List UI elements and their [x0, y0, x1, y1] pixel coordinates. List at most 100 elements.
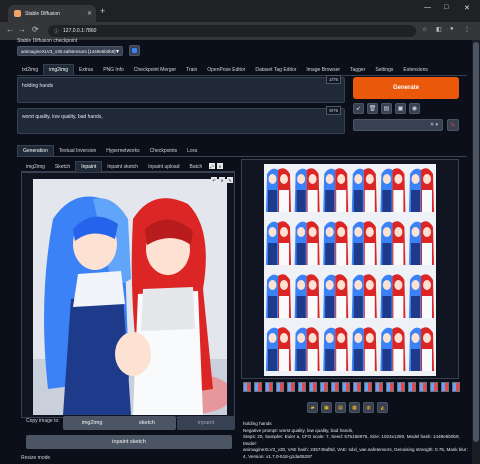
- tab-png-info[interactable]: PNG Info: [98, 64, 129, 75]
- inpaint-canvas-panel: [21, 172, 235, 418]
- copy-to-inpaint-sketch-button[interactable]: inpaint sketch: [26, 435, 232, 449]
- tab-img2img[interactable]: img2img: [43, 64, 75, 75]
- tab-openpose-editor[interactable]: OpenPose Editor: [202, 64, 250, 75]
- img-tab-inpaint-sketch[interactable]: Inpaint sketch: [102, 161, 143, 172]
- inpaint-canvas[interactable]: [33, 179, 227, 415]
- tab-settings[interactable]: Settings: [370, 64, 398, 75]
- gallery-thumbnail[interactable]: [408, 382, 416, 392]
- info-line: Steps: 20, Sampler: Euler a, CFG scale: …: [243, 434, 460, 446]
- gallery-thumbnail[interactable]: [331, 382, 339, 392]
- menu-icon[interactable]: ⋮: [464, 26, 470, 33]
- output-grid-image[interactable]: [264, 164, 436, 376]
- tab-tagger[interactable]: Tagger: [345, 64, 370, 75]
- close-window-button[interactable]: ✕: [464, 4, 470, 12]
- paintbrush-icon[interactable]: ✎: [447, 119, 459, 131]
- gallery-thumbnail[interactable]: [375, 382, 383, 392]
- browser-tab[interactable]: Stable Diffusion ✕: [8, 5, 96, 22]
- prompt-input[interactable]: holding hands 2/75: [17, 75, 345, 103]
- gallery-thumbnail[interactable]: [419, 382, 427, 392]
- gen-tab-textual-inversion[interactable]: Textual Inversion: [54, 145, 102, 156]
- img-tab-inpaint[interactable]: Inpaint: [75, 161, 103, 172]
- back-button[interactable]: ←: [6, 25, 14, 34]
- gallery-thumbnail[interactable]: [276, 382, 284, 392]
- tab-extras[interactable]: Extras: [74, 64, 98, 75]
- page-scrollbar[interactable]: [472, 40, 480, 464]
- trash-button[interactable]: 🗑: [367, 103, 378, 114]
- gen-tab-generation[interactable]: Generation: [17, 145, 54, 156]
- checkpoint-dropdown[interactable]: animagineXLV3_v30.safetensors [1449e5b0b…: [17, 46, 123, 56]
- new-tab-button[interactable]: +: [100, 6, 105, 16]
- gallery-thumbnail[interactable]: [243, 382, 251, 392]
- clear-icon[interactable]: ✕: [219, 177, 225, 183]
- profile-icon[interactable]: ●: [450, 26, 454, 32]
- tab-train[interactable]: Train: [181, 64, 202, 75]
- gallery-thumbnail[interactable]: [353, 382, 361, 392]
- send-extras-icon[interactable]: ◭: [377, 402, 388, 413]
- grid-cell: [378, 270, 407, 323]
- grid-cell: [292, 270, 322, 323]
- zip-icon[interactable]: ▤: [335, 402, 346, 413]
- refresh-checkpoint-button[interactable]: [129, 45, 140, 56]
- gen-tab-checkpoints[interactable]: Checkpoints: [145, 145, 183, 156]
- copy-to-sketch-button[interactable]: sketch: [118, 416, 176, 430]
- generate-button[interactable]: Generate: [353, 77, 459, 99]
- close-gallery-icon[interactable]: ✕: [217, 163, 223, 169]
- scrollbar-thumb[interactable]: [473, 42, 479, 442]
- gallery-thumbnail[interactable]: [386, 382, 394, 392]
- negative-token-counter: 9/75: [326, 106, 341, 115]
- clipboard-button[interactable]: ▤: [381, 103, 392, 114]
- read-params-button[interactable]: ↙: [353, 103, 364, 114]
- star-icon[interactable]: ☆: [422, 26, 427, 33]
- grid-cell: [349, 164, 379, 217]
- minimize-button[interactable]: —: [424, 4, 431, 11]
- extensions-icon[interactable]: ◧: [436, 26, 442, 33]
- gallery-thumbnail[interactable]: [287, 382, 295, 392]
- tab-extensions[interactable]: Extensions: [398, 64, 432, 75]
- tab-image-browser[interactable]: Image Browser: [301, 64, 345, 75]
- close-tab-icon[interactable]: ✕: [87, 10, 92, 17]
- styles-dropdown[interactable]: ✕ ▾: [353, 119, 443, 131]
- gallery-thumbnail[interactable]: [298, 382, 306, 392]
- grid-cell: [321, 323, 350, 376]
- img-tab-inpaint-upload[interactable]: Inpaint upload: [143, 161, 184, 172]
- gallery-thumbnail[interactable]: [441, 382, 449, 392]
- gallery-thumbnail[interactable]: [397, 382, 405, 392]
- gallery-thumbnail[interactable]: [265, 382, 273, 392]
- folder-icon[interactable]: ▰: [307, 402, 318, 413]
- gen-tab-lora[interactable]: Lora: [182, 145, 202, 156]
- reload-button[interactable]: ⟳: [32, 25, 39, 34]
- img-tab-batch[interactable]: Batch: [185, 161, 208, 172]
- anime-girls-image: [33, 179, 227, 415]
- fullscreen-icon[interactable]: ⤢: [209, 163, 215, 169]
- send-inpaint-icon[interactable]: ◍: [363, 402, 374, 413]
- save-icon[interactable]: ▣: [321, 402, 332, 413]
- output-gallery-panel: [241, 159, 459, 379]
- undo-icon[interactable]: ↶: [211, 177, 217, 183]
- forward-button[interactable]: →: [18, 25, 26, 34]
- maximize-button[interactable]: □: [444, 4, 448, 11]
- img-tab-sketch[interactable]: Sketch: [50, 161, 75, 172]
- send-img2img-icon[interactable]: ▦: [349, 402, 360, 413]
- negative-prompt-input[interactable]: worst quality, low quality, bad hands, 9…: [17, 106, 345, 134]
- address-bar[interactable]: ⓘ 127.0.0.1:7860: [48, 25, 416, 37]
- gallery-thumbnail[interactable]: [430, 382, 438, 392]
- gallery-thumbnail[interactable]: [320, 382, 328, 392]
- tab-checkpoint-merger[interactable]: Checkpoint Merger: [129, 64, 181, 75]
- apply-style-button[interactable]: ◉: [409, 103, 420, 114]
- tab-dataset-tag-editor[interactable]: Dataset Tag Editor: [250, 64, 301, 75]
- gallery-thumbnail[interactable]: [364, 382, 372, 392]
- brush-icon[interactable]: ✎: [227, 177, 233, 183]
- tab-txt2img[interactable]: txt2img: [17, 64, 43, 75]
- output-grid-svg: [264, 164, 436, 376]
- copy-to-img2img-button[interactable]: img2img: [63, 416, 121, 430]
- save-style-button[interactable]: ▣: [395, 103, 406, 114]
- gallery-thumbnail[interactable]: [342, 382, 350, 392]
- copy-to-inpaint-button[interactable]: inpaint: [177, 416, 235, 430]
- img-tab-img2img[interactable]: img2img: [21, 161, 50, 172]
- grid-cell: [378, 323, 407, 376]
- gallery-thumbnail[interactable]: [309, 382, 317, 392]
- gallery-thumbnail[interactable]: [452, 382, 460, 392]
- gallery-thumbnail[interactable]: [254, 382, 262, 392]
- gen-tab-hypernetworks[interactable]: Hypernetworks: [101, 145, 144, 156]
- gallery-controls: ⤢ ✕: [209, 163, 223, 169]
